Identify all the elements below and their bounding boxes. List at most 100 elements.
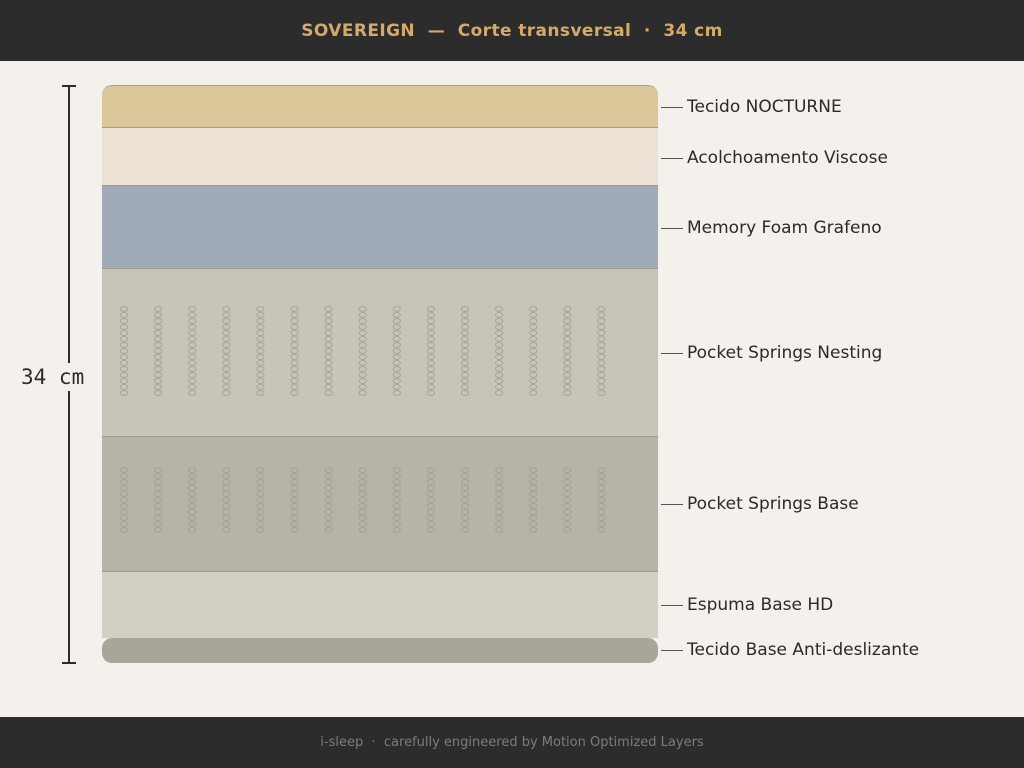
spring-coil-loop (290, 479, 299, 485)
spring-coil-loop (188, 366, 197, 372)
spring-coil-loop (256, 342, 265, 348)
spring-coil-loop (563, 330, 572, 336)
spring-coil-loop (460, 521, 470, 527)
spring-coil-loop (256, 366, 265, 372)
spring-coil-loop (426, 515, 435, 521)
spring-coil (460, 467, 470, 533)
spring-coil-loop (597, 384, 606, 390)
spring-coil (392, 306, 401, 396)
spring-coil-loop (495, 336, 504, 342)
spring-coil-loop (290, 324, 299, 330)
spring-coil-loop (495, 503, 504, 509)
spring-coil-loop (426, 318, 435, 324)
spring-coil-loop (358, 306, 367, 312)
spring-coil-loop (358, 372, 367, 378)
height-dimension-label: 34 cm (21, 363, 85, 391)
spring-coil-loop (597, 324, 606, 330)
spring-coil-loop (426, 348, 435, 354)
spring-coil-loop (358, 527, 367, 533)
spring-coil-loop (119, 497, 129, 503)
spring-coil-loop (324, 473, 333, 479)
spring-coil-loop (154, 390, 163, 396)
spring-coil-loop (392, 348, 401, 354)
layer-tecido-base-anti-deslizante (102, 638, 658, 663)
spring-coil-loop (460, 378, 470, 384)
spring-coil-loop (495, 467, 504, 473)
spring-coil-loop (119, 342, 129, 348)
spring-coil-loop (597, 473, 606, 479)
spring-coil (358, 306, 367, 396)
spring-coil-loop (426, 336, 435, 342)
spring-coil-loop (495, 491, 504, 497)
spring-coil-loop (426, 312, 435, 318)
spring-coil-loop (460, 324, 470, 330)
spring-coil (119, 306, 129, 396)
spring-coil (426, 467, 435, 533)
spring-coil-loop (563, 366, 572, 372)
springs-base-pattern (119, 467, 606, 533)
spring-coil (563, 467, 572, 533)
spring-coil-loop (392, 497, 401, 503)
layer-label-row: Pocket Springs Base (661, 492, 859, 516)
spring-coil-loop (529, 521, 538, 527)
spring-coil-loop (563, 491, 572, 497)
spring-coil-loop (154, 527, 163, 533)
spring-coil-loop (119, 330, 129, 336)
spring-coil (256, 467, 265, 533)
spring-coil-loop (324, 497, 333, 503)
spring-coil-loop (290, 521, 299, 527)
spring-coil-loop (154, 348, 163, 354)
spring-coil-loop (597, 318, 606, 324)
spring-coil-loop (529, 336, 538, 342)
spring-coil-loop (495, 497, 504, 503)
spring-coil-loop (460, 354, 470, 360)
spring-coil-loop (392, 360, 401, 366)
spring-coil-loop (256, 306, 265, 312)
spring-coil-loop (154, 378, 163, 384)
layer-label-row: Memory Foam Grafeno (661, 216, 882, 240)
spring-coil-loop (222, 485, 231, 491)
spring-coil (119, 467, 129, 533)
spring-coil-loop (154, 509, 163, 515)
spring-coil-loop (597, 390, 606, 396)
spring-coil-loop (563, 503, 572, 509)
spring-coil-loop (188, 485, 197, 491)
spring-coil (460, 306, 470, 396)
spring-coil-loop (529, 306, 538, 312)
spring-coil-loop (222, 336, 231, 342)
spring-coil-loop (563, 384, 572, 390)
spring-coil (426, 306, 435, 396)
spring-coil-loop (119, 509, 129, 515)
spring-coil-loop (188, 515, 197, 521)
spring-coil-loop (495, 348, 504, 354)
spring-coil-loop (222, 473, 231, 479)
layer-label: Memory Foam Grafeno (687, 218, 882, 238)
spring-coil-loop (460, 390, 470, 396)
spring-coil-loop (529, 491, 538, 497)
spring-coil-loop (222, 312, 231, 318)
spring-coil-loop (358, 503, 367, 509)
spring-coil-loop (154, 497, 163, 503)
spring-coil-loop (495, 372, 504, 378)
spring-coil-loop (495, 312, 504, 318)
spring-coil-loop (188, 503, 197, 509)
spring-coil-loop (426, 354, 435, 360)
spring-coil-loop (563, 390, 572, 396)
spring-coil-loop (256, 473, 265, 479)
spring-coil-loop (324, 372, 333, 378)
spring-coil-loop (426, 485, 435, 491)
spring-coil-loop (597, 342, 606, 348)
spring-coil-loop (392, 473, 401, 479)
spring-coil-loop (392, 318, 401, 324)
spring-coil-loop (597, 330, 606, 336)
spring-coil-loop (597, 485, 606, 491)
spring-coil-loop (290, 503, 299, 509)
spring-coil-loop (324, 312, 333, 318)
spring-coil-loop (460, 366, 470, 372)
spring-coil-loop (119, 527, 129, 533)
spring-coil-loop (188, 491, 197, 497)
spring-coil-loop (563, 306, 572, 312)
layer-pocket-springs-base (102, 437, 658, 572)
spring-coil-loop (529, 384, 538, 390)
leader-line (661, 604, 683, 606)
